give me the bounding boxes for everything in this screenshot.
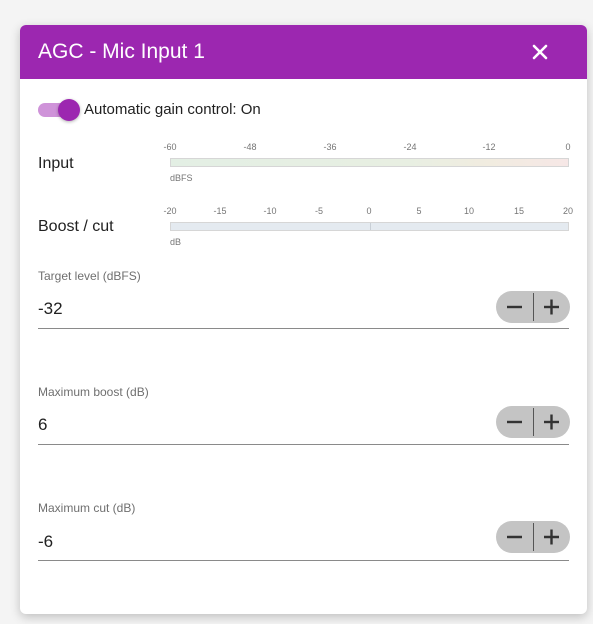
maximum-cut-increment-button[interactable]	[533, 521, 570, 553]
plus-icon	[544, 299, 559, 315]
maximum-boost-stepper	[496, 406, 570, 438]
minus-icon	[507, 305, 522, 309]
maximum-cut-underline	[38, 560, 569, 561]
input-meter-unit: dBFS	[170, 173, 193, 183]
dialog-title: AGC - Mic Input 1	[38, 40, 205, 63]
input-tick: -12	[482, 142, 496, 152]
boost-tick: 10	[463, 206, 475, 216]
maximum-boost-underline	[38, 444, 569, 445]
input-level-meter	[170, 158, 569, 167]
boost-tick: -15	[213, 206, 227, 216]
maximum-cut-decrement-button[interactable]	[496, 521, 533, 553]
input-tick: -36	[323, 142, 337, 152]
target-level-decrement-button[interactable]	[496, 291, 533, 323]
plus-icon	[544, 529, 559, 545]
close-button[interactable]	[525, 37, 555, 67]
boost-tick: 5	[416, 206, 422, 216]
boost-tick: -10	[263, 206, 277, 216]
target-level-input[interactable]: -32	[38, 299, 63, 319]
maximum-boost-increment-button[interactable]	[533, 406, 570, 438]
plus-icon	[544, 414, 559, 430]
maximum-cut-label: Maximum cut (dB)	[38, 501, 136, 515]
input-tick: 0	[565, 142, 571, 152]
input-meter-label: Input	[38, 155, 74, 172]
boost-tick: -5	[314, 206, 324, 216]
toggle-knob	[58, 99, 80, 121]
agc-toggle-switch[interactable]	[38, 99, 80, 121]
input-tick: -48	[243, 142, 257, 152]
minus-icon	[507, 420, 522, 424]
target-level-stepper	[496, 291, 570, 323]
maximum-boost-label: Maximum boost (dB)	[38, 385, 149, 399]
boost-meter-unit: dB	[170, 237, 182, 247]
boost-tick: 15	[513, 206, 525, 216]
boost-cut-meter-label: Boost / cut	[38, 218, 114, 235]
target-level-increment-button[interactable]	[533, 291, 570, 323]
maximum-cut-stepper	[496, 521, 570, 553]
input-tick: -24	[403, 142, 417, 152]
boost-tick: 20	[562, 206, 574, 216]
dialog-header: AGC - Mic Input 1	[20, 25, 587, 79]
minus-icon	[507, 535, 522, 539]
close-icon	[532, 44, 548, 60]
maximum-boost-input[interactable]: 6	[38, 415, 47, 435]
target-level-label: Target level (dBFS)	[38, 269, 141, 283]
boost-cut-meter	[170, 222, 569, 231]
boost-tick: -20	[163, 206, 177, 216]
agc-dialog: AGC - Mic Input 1 Automatic gain control…	[20, 25, 587, 614]
maximum-boost-decrement-button[interactable]	[496, 406, 533, 438]
boost-tick: 0	[366, 206, 372, 216]
input-tick: -60	[163, 142, 177, 152]
agc-toggle-label: Automatic gain control: On	[84, 101, 261, 118]
boost-cut-center-mark	[370, 223, 371, 230]
maximum-cut-input[interactable]: -6	[38, 532, 53, 552]
target-level-underline	[38, 328, 569, 329]
